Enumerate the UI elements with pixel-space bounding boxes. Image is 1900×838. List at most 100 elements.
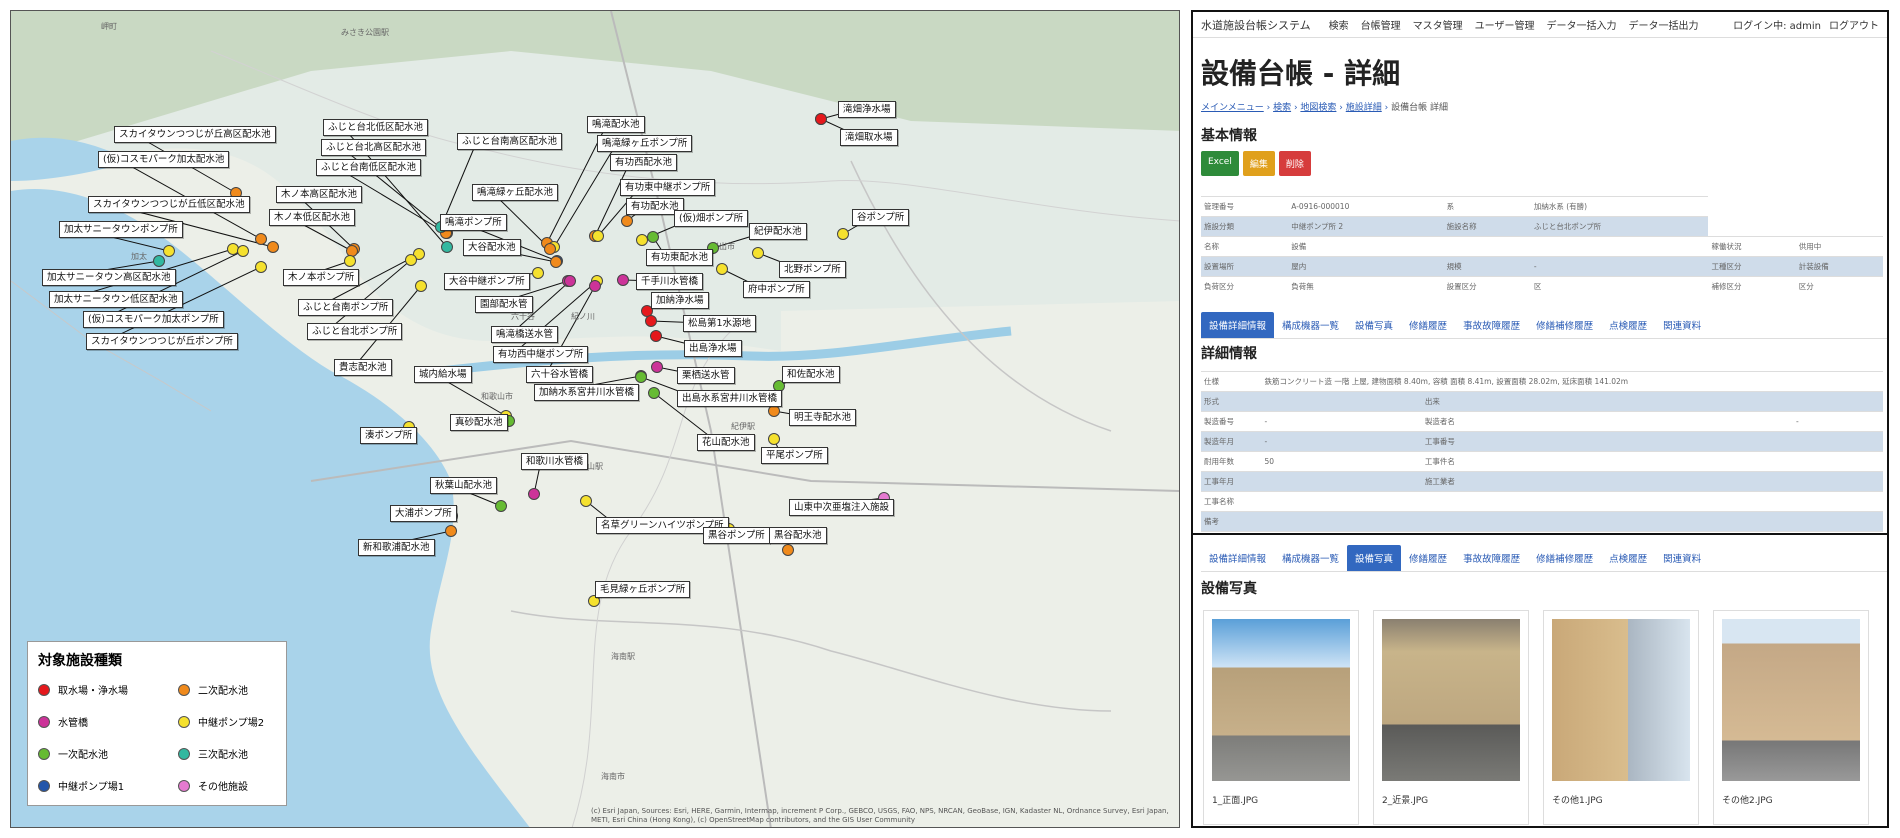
delete-button[interactable]: 削除 — [1278, 151, 1311, 176]
facility-marker[interactable] — [445, 525, 457, 537]
facility-label[interactable]: 鳴滝橋送水管 — [491, 326, 559, 343]
facility-label[interactable]: 千手川水管橋 — [636, 273, 704, 290]
breadcrumb-main-menu[interactable]: メインメニュー — [1201, 103, 1264, 113]
facility-label[interactable]: 新和歌浦配水池 — [358, 539, 435, 556]
app-brand[interactable]: 水道施設台帳システム — [1201, 17, 1311, 33]
photo-card[interactable]: 1_正面.JPG — [1203, 610, 1359, 825]
facility-marker[interactable] — [815, 113, 827, 125]
tab-item[interactable]: 修繕補修履歴 — [1528, 312, 1601, 338]
facility-label[interactable]: 栗栖送水管 — [677, 367, 735, 384]
facility-label[interactable]: 秋葉山配水池 — [430, 477, 498, 494]
facility-marker[interactable] — [768, 433, 780, 445]
facility-label[interactable]: 湊ポンプ所 — [360, 427, 418, 444]
facility-label[interactable]: 滝畑浄水場 — [838, 101, 896, 118]
facility-marker[interactable] — [344, 255, 356, 267]
facility-marker[interactable] — [635, 371, 647, 383]
facility-label[interactable]: 和佐配水池 — [782, 366, 840, 383]
facility-map[interactable]: 岬町和歌山市加太海南市みさき公園駅紀ノ川岩出市和歌山駅紀伊駅六十谷海南駅 滝畑浄… — [10, 10, 1180, 828]
tab-item[interactable]: 関連資料 — [1655, 312, 1709, 338]
facility-photo[interactable] — [1722, 619, 1860, 781]
facility-label[interactable]: 出島水系宮井川水管橋 — [677, 390, 783, 407]
nav-master[interactable]: マスタ管理 — [1413, 17, 1463, 32]
breadcrumb-search[interactable]: 検索 — [1273, 103, 1291, 113]
facility-marker[interactable] — [441, 241, 453, 253]
facility-label[interactable]: 滝畑取水場 — [840, 129, 898, 146]
facility-label[interactable]: 鳴滝緑ヶ丘ポンプ所 — [597, 135, 693, 152]
facility-label[interactable]: 紀伊配水池 — [749, 223, 807, 240]
photo-card[interactable]: その他2.JPG — [1713, 610, 1869, 825]
facility-marker[interactable] — [648, 387, 660, 399]
facility-label[interactable]: ふじと台北低区配水池 — [323, 119, 429, 136]
facility-label[interactable]: ふじと台北高区配水池 — [321, 139, 427, 156]
breadcrumb-map-search[interactable]: 地図検索 — [1300, 103, 1336, 113]
tab-item[interactable]: 修繕履歴 — [1401, 545, 1455, 571]
edit-button[interactable]: 編集 — [1242, 151, 1275, 176]
facility-label[interactable]: 加納浄水場 — [651, 292, 709, 309]
tab-item[interactable]: 事故故障履歴 — [1455, 545, 1528, 571]
facility-label[interactable]: 加太サニータウン高区配水池 — [42, 269, 176, 286]
photo-card[interactable]: 2_近景.JPG — [1373, 610, 1529, 825]
facility-marker[interactable] — [589, 280, 601, 292]
facility-label[interactable]: ふじと台南ポンプ所 — [298, 299, 394, 316]
facility-label[interactable]: 北野ポンプ所 — [779, 261, 846, 278]
facility-marker[interactable] — [415, 280, 427, 292]
facility-marker[interactable] — [255, 261, 267, 273]
facility-label[interactable]: (仮)コスモパーク加太配水池 — [98, 151, 230, 168]
facility-label[interactable]: スカイタウンつつじが丘ポンプ所 — [86, 333, 238, 350]
facility-label[interactable]: 和歌川水管橋 — [521, 453, 589, 470]
facility-label[interactable]: 鳴滝配水池 — [587, 116, 645, 133]
facility-label[interactable]: 木ノ本低区配水池 — [269, 209, 356, 226]
facility-marker[interactable] — [163, 245, 175, 257]
facility-label[interactable]: 六十谷水管橋 — [526, 366, 594, 383]
tab-item[interactable]: 設備詳細情報 — [1201, 545, 1274, 571]
facility-marker[interactable] — [564, 275, 576, 287]
facility-label[interactable]: 谷ポンプ所 — [852, 209, 910, 226]
facility-photo[interactable] — [1552, 619, 1690, 781]
excel-button[interactable]: Excel — [1201, 151, 1239, 176]
facility-marker[interactable] — [621, 215, 633, 227]
facility-marker[interactable] — [544, 243, 556, 255]
facility-label[interactable]: 黒谷ポンプ所 — [703, 527, 770, 544]
facility-marker[interactable] — [528, 488, 540, 500]
facility-label[interactable]: 鳴滝ポンプ所 — [440, 214, 507, 231]
facility-label[interactable]: ふじと台南高区配水池 — [457, 133, 563, 150]
nav-ledger[interactable]: 台帳管理 — [1361, 17, 1401, 32]
tab-item[interactable]: 事故故障履歴 — [1455, 312, 1528, 338]
facility-label[interactable]: 明王寺配水池 — [789, 409, 857, 426]
breadcrumb-facility-detail[interactable]: 施設詳細 — [1346, 103, 1382, 113]
facility-label[interactable]: 鳴滝緑ヶ丘配水池 — [472, 184, 559, 201]
facility-label[interactable]: ふじと台北ポンプ所 — [307, 323, 403, 340]
facility-label[interactable]: 有功東配水池 — [646, 249, 714, 266]
facility-label[interactable]: 花山配水池 — [697, 434, 755, 451]
facility-marker[interactable] — [255, 233, 267, 245]
facility-marker[interactable] — [153, 255, 165, 267]
facility-marker[interactable] — [532, 267, 544, 279]
facility-label[interactable]: 大谷中継ポンプ所 — [444, 273, 530, 290]
facility-label[interactable]: ふじと台南低区配水池 — [316, 159, 422, 176]
tab-item[interactable]: 設備写真 — [1347, 312, 1401, 338]
facility-label[interactable]: 有功西配水池 — [610, 154, 678, 171]
facility-marker[interactable] — [580, 495, 592, 507]
facility-label[interactable]: 園部配水管 — [475, 296, 533, 313]
facility-marker[interactable] — [716, 263, 728, 275]
facility-marker[interactable] — [592, 230, 604, 242]
tab-item[interactable]: 点検履歴 — [1601, 545, 1655, 571]
facility-marker[interactable] — [651, 361, 663, 373]
facility-label[interactable]: 府中ポンプ所 — [743, 281, 810, 298]
tab-item[interactable]: 関連資料 — [1655, 545, 1709, 571]
facility-photo[interactable] — [1382, 619, 1520, 781]
nav-bulk-input[interactable]: データ一括入力 — [1546, 17, 1616, 32]
facility-marker[interactable] — [647, 231, 659, 243]
facility-marker[interactable] — [650, 330, 662, 342]
logout-link[interactable]: ログアウト — [1829, 17, 1879, 32]
facility-label[interactable]: 平尾ポンプ所 — [761, 447, 828, 464]
facility-marker[interactable] — [550, 256, 562, 268]
facility-label[interactable]: 真砂配水池 — [450, 414, 508, 431]
facility-marker[interactable] — [495, 500, 507, 512]
facility-label[interactable]: スカイタウンつつじが丘高区配水池 — [114, 126, 276, 143]
facility-label[interactable]: 加太サニータウンポンプ所 — [59, 221, 183, 238]
facility-label[interactable]: スカイタウンつつじが丘低区配水池 — [88, 196, 250, 213]
facility-photo[interactable] — [1212, 619, 1350, 781]
facility-label[interactable]: (仮)畑ポンプ所 — [674, 210, 749, 227]
facility-label[interactable]: 松島第1水源地 — [683, 315, 757, 332]
